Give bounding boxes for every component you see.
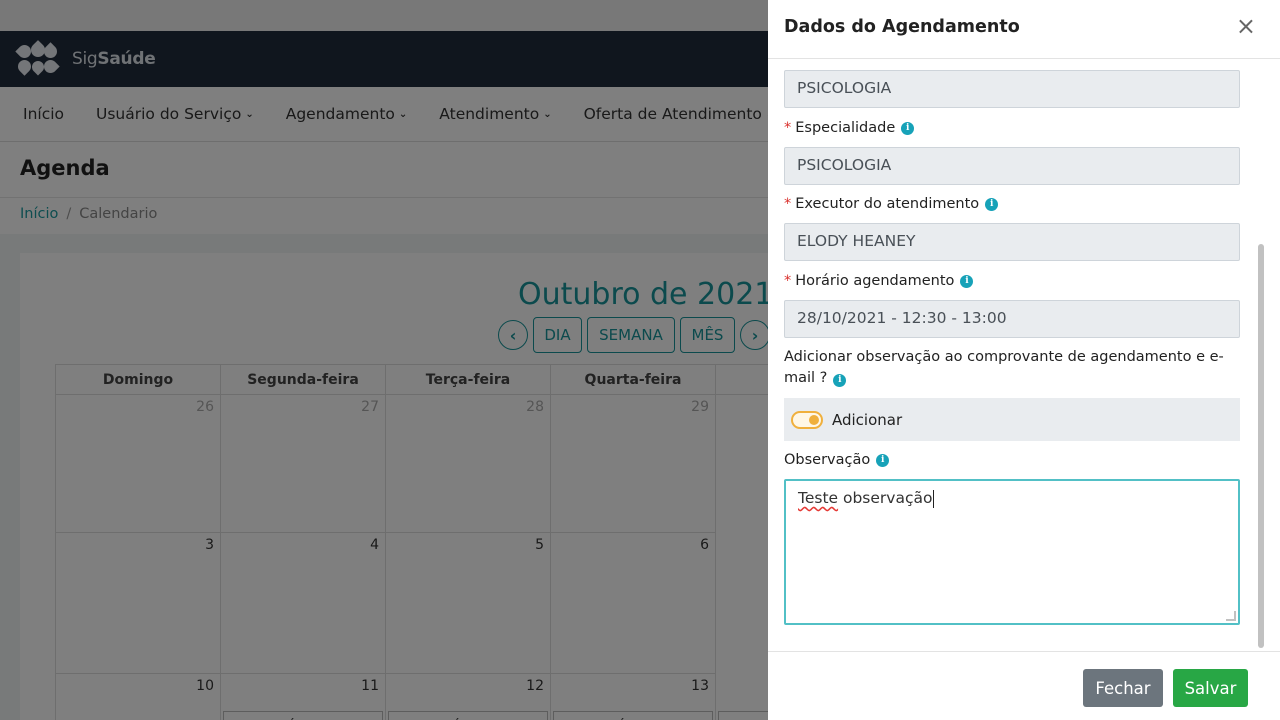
panel-scrollbar[interactable] (1258, 244, 1264, 648)
horario-label: * Horário agendamento i (784, 273, 974, 289)
appointment-details-panel: Dados do Agendamento × PSICOLOGIA * Espec… (768, 0, 1280, 720)
required-mark: * (784, 120, 792, 136)
toggle-label[interactable]: Adicionar (832, 411, 902, 429)
close-icon[interactable]: × (1236, 14, 1256, 38)
required-mark: * (784, 196, 792, 212)
required-mark: * (784, 273, 792, 289)
panel-title: Dados do Agendamento (784, 17, 1020, 37)
resize-handle-icon[interactable] (1226, 611, 1236, 621)
service-field: PSICOLOGIA (784, 70, 1240, 108)
panel-body: PSICOLOGIA * Especialidade i PSICOLOGIA * E… (784, 60, 1256, 650)
text-caret (933, 489, 935, 508)
fechar-button[interactable]: Fechar (1083, 669, 1163, 707)
horario-field: 28/10/2021 - 12:30 - 13:00 (784, 300, 1240, 338)
modal-backdrop[interactable] (0, 0, 768, 720)
info-icon[interactable]: i (876, 453, 890, 467)
info-icon[interactable]: i (960, 274, 974, 288)
observacao-textarea[interactable]: Teste observação (784, 479, 1240, 625)
executor-field: ELODY HEANEY (784, 223, 1240, 261)
spellcheck-word: Teste (798, 489, 839, 507)
observacao-label: Observação i (784, 452, 890, 468)
executor-label: * Executor do atendimento i (784, 196, 999, 212)
panel-footer: Fechar Salvar (768, 651, 1280, 720)
observacao-toggle-row[interactable]: Adicionar (784, 398, 1240, 441)
salvar-button[interactable]: Salvar (1173, 669, 1248, 707)
especialidade-field: PSICOLOGIA (784, 147, 1240, 185)
panel-header: Dados do Agendamento × (768, 0, 1280, 59)
info-icon[interactable]: i (833, 374, 847, 387)
toggle-knob (809, 414, 819, 425)
toggle-switch[interactable] (791, 410, 823, 429)
info-icon[interactable]: i (901, 121, 915, 135)
info-icon[interactable]: i (985, 197, 999, 211)
observacao-toggle-question: Adicionar observação ao comprovante de a… (784, 349, 1224, 387)
especialidade-label: * Especialidade i (784, 120, 915, 136)
